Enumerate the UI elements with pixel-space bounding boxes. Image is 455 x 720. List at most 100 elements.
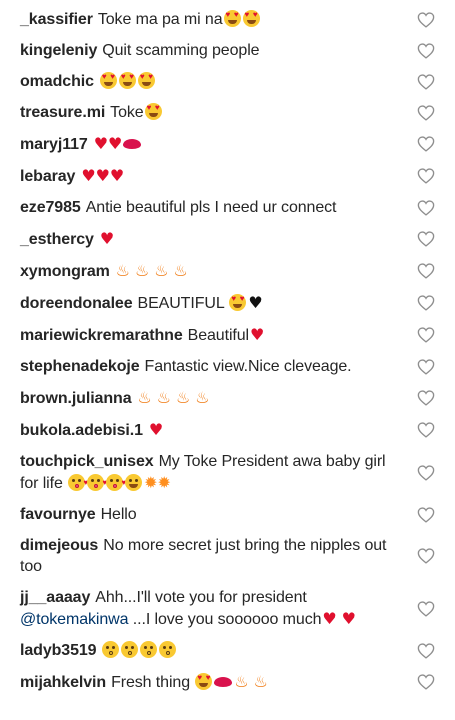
comment-text: Hello — [100, 506, 137, 523]
comment-text: Antie beautiful pls I need ur connect — [85, 199, 337, 216]
comment-row: maryj117 ♥♥ — [0, 128, 455, 160]
comment-row: touchpick_unisex My Toke President awa ba… — [0, 446, 455, 499]
comment-text: Beautiful — [187, 327, 250, 344]
like-heart-icon[interactable] — [417, 136, 435, 152]
kissing-heart-emoji-icon — [68, 472, 88, 493]
comment-username[interactable]: stephenadekoje — [20, 358, 140, 375]
red-heart-emoji-icon: ♥ ♥ — [322, 609, 356, 628]
comment-username[interactable]: treasure.mi — [20, 104, 105, 121]
like-heart-icon[interactable] — [417, 422, 435, 438]
comment-list: _kassifierToke ma pa mi na kingeleniy Qui… — [0, 4, 455, 698]
two-hearts-emoji-icon: ♥♥ — [93, 134, 123, 153]
comment-username[interactable]: mariewickremarathne — [20, 327, 183, 344]
kissing-heart-emoji-icon — [106, 472, 126, 493]
like-heart-icon[interactable] — [417, 390, 435, 406]
black-heart-emoji-icon: ♥ — [248, 293, 263, 312]
comment-username[interactable]: omadchic — [20, 73, 94, 90]
comment-row: brown.julianna ♨ ♨ ♨ ♨ — [0, 382, 455, 414]
comment-text: BEAUTIFUL — [137, 295, 225, 312]
like-heart-icon[interactable] — [417, 42, 435, 59]
like-heart-icon[interactable] — [417, 600, 435, 617]
comment-username[interactable]: bukola.adebisi.1 — [20, 422, 143, 439]
like-heart-icon[interactable] — [417, 168, 435, 184]
comment-row: eze7985 Antie beautiful pls I need ur con… — [0, 192, 455, 223]
kissing-closed-eyes-emoji-icon — [159, 641, 177, 658]
like-heart-icon[interactable] — [417, 231, 435, 247]
comment-row: lebaray ♥♥♥ — [0, 160, 455, 192]
comment-username[interactable]: mijahkelvin — [20, 674, 106, 691]
comment-username[interactable]: eze7985 — [20, 199, 81, 216]
comment-row: kingeleniy Quit scamming people — [0, 35, 455, 66]
comment-username[interactable]: jj__aaaay — [20, 589, 90, 606]
comment-row: ladyb3519 — [0, 635, 455, 666]
comment-row: _esthercy ♥ — [0, 223, 455, 255]
red-heart-emoji-icon: ♥ — [148, 420, 164, 439]
like-heart-icon[interactable] — [417, 11, 435, 28]
comment-text: Toke — [110, 104, 144, 121]
mention-link[interactable]: @tokemakinwa — [20, 611, 129, 628]
comment-username[interactable]: maryj117 — [20, 136, 88, 153]
like-heart-icon[interactable] — [417, 263, 435, 279]
kissing-closed-eyes-emoji-icon — [140, 641, 158, 658]
kissing-closed-eyes-emoji-icon — [102, 641, 120, 658]
red-heart-emoji-icon: ♥♥♥ — [81, 166, 125, 185]
like-heart-icon[interactable] — [417, 548, 435, 564]
heart-eyes-emoji-icon — [195, 673, 213, 690]
comment-row: doreendonalee BEAUTIFUL ♥ — [0, 287, 455, 319]
comment-text: Fresh thing — [111, 674, 191, 691]
like-heart-icon[interactable] — [417, 464, 435, 481]
comment-username[interactable]: ladyb3519 — [20, 642, 97, 659]
like-heart-icon[interactable] — [417, 104, 435, 121]
heart-eyes-emoji-icon — [223, 10, 241, 27]
comment-username[interactable]: favournye — [20, 506, 96, 523]
like-heart-icon[interactable] — [417, 642, 435, 659]
comment-username[interactable]: touchpick_unisex — [20, 453, 154, 470]
red-heart-emoji-icon: ♥ — [99, 229, 115, 248]
comment-username[interactable]: kingeleniy — [20, 42, 97, 59]
comment-text-after-mention: ...I love you soooooo much — [132, 611, 322, 628]
comment-text: Toke ma pa mi na — [97, 11, 223, 28]
fire-emoji-icon: ♨ ♨ ♨ ♨ — [137, 388, 210, 407]
like-heart-icon[interactable] — [417, 506, 435, 523]
red-heart-emoji-icon: ♥ — [250, 325, 265, 344]
fire-emoji-icon: ♨ ♨ — [234, 672, 268, 691]
comment-row: favournye Hello — [0, 499, 455, 530]
comment-username[interactable]: _esthercy — [20, 231, 94, 248]
like-heart-icon[interactable] — [417, 674, 435, 690]
comment-row: stephenadekoje Fantastic view.Nice clevea… — [0, 351, 455, 382]
like-heart-icon[interactable] — [417, 358, 435, 375]
comment-row: omadchic — [0, 66, 455, 97]
heart-eyes-emoji-icon — [144, 103, 162, 120]
kissing-heart-emoji-icon — [87, 472, 107, 493]
heart-eyes-emoji-icon — [137, 72, 155, 89]
comment-row: dimejeous No more secret just bring the n… — [0, 530, 455, 582]
kiss-mark-emoji-icon — [123, 139, 142, 149]
comment-row: mijahkelvin Fresh thing ♨ ♨ — [0, 666, 455, 698]
comment-text: Quit scamming people — [102, 42, 260, 59]
comment-username[interactable]: lebaray — [20, 168, 75, 185]
comment-text: Fantastic view.Nice cleveage. — [144, 358, 352, 375]
comment-username[interactable]: xymongram — [20, 263, 110, 280]
grinning-emoji-icon — [125, 474, 143, 491]
comment-username[interactable]: dimejeous — [20, 537, 98, 554]
kiss-mark-emoji-icon — [214, 677, 233, 687]
comment-row: _kassifier Toke ma pa mi na — [0, 4, 455, 35]
heart-eyes-emoji-icon — [229, 294, 247, 311]
comment-row: treasure.mi Toke — [0, 97, 455, 128]
like-heart-icon[interactable] — [417, 295, 435, 311]
comment-row: bukola.adebisi.1 ♥ — [0, 414, 455, 446]
like-heart-icon[interactable] — [417, 327, 435, 343]
collision-emoji-icon: ✹✹ — [144, 473, 171, 492]
comment-username[interactable]: _kassifier — [20, 11, 93, 28]
heart-eyes-emoji-icon — [99, 72, 117, 89]
heart-eyes-emoji-icon — [242, 10, 260, 27]
heart-eyes-emoji-icon — [118, 72, 136, 89]
like-heart-icon[interactable] — [417, 199, 435, 216]
comment-text: Ahh...I'll vote you for president — [95, 589, 307, 606]
kissing-closed-eyes-emoji-icon — [121, 641, 139, 658]
comment-username[interactable]: brown.julianna — [20, 390, 132, 407]
like-heart-icon[interactable] — [417, 73, 435, 90]
fire-emoji-icon: ♨ ♨ ♨ ♨ — [115, 261, 188, 280]
comment-username[interactable]: doreendonalee — [20, 295, 133, 312]
comment-row: xymongram ♨ ♨ ♨ ♨ — [0, 255, 455, 287]
